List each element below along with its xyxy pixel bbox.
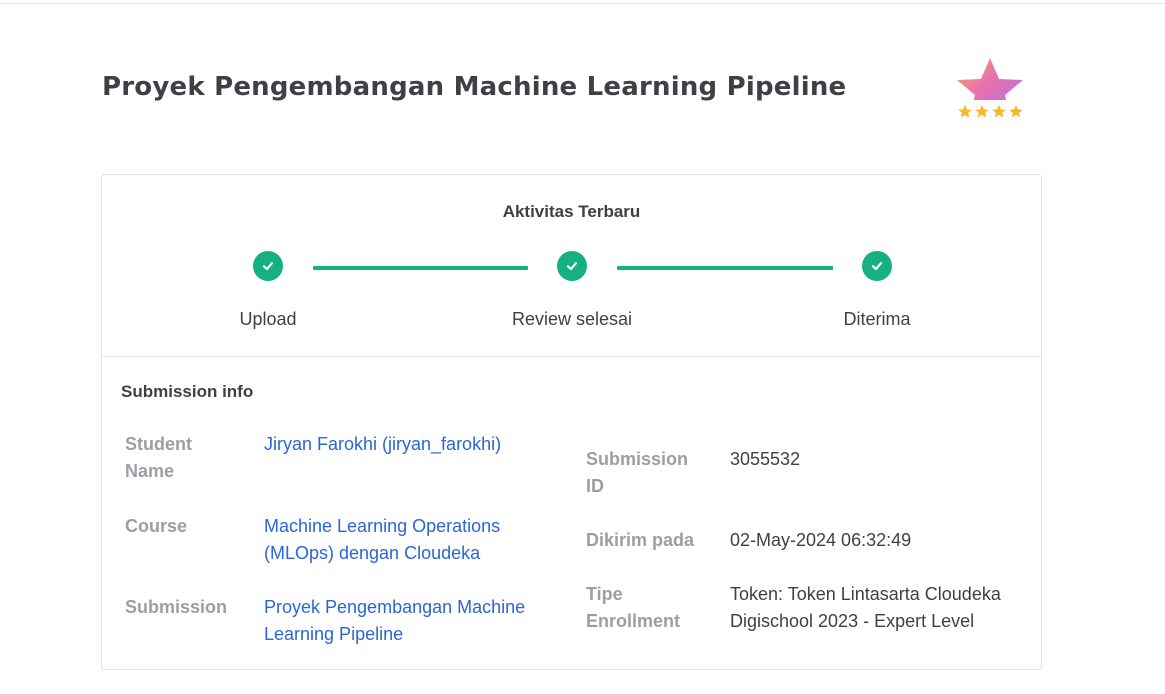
enrollment-type-label: Tipe Enrollment: [586, 584, 681, 631]
submitted-at-label: Dikirim pada: [586, 530, 695, 550]
submission-id-value: 3055532: [730, 449, 801, 469]
progress-line-1: [313, 266, 528, 270]
submission-label: Submission: [125, 597, 228, 617]
enrollment-type-value: Token: Token Lintasarta Cloudeka Digisch…: [730, 584, 1001, 631]
step-label-upload: Upload: [239, 309, 297, 329]
top-divider: [0, 3, 1165, 4]
progress-line-2: [617, 266, 833, 270]
student-name-label: Student Name: [125, 434, 192, 481]
submission-link[interactable]: Proyek Pengembangan Machine Learning Pip…: [264, 594, 554, 648]
submitted-at-value: 02-May-2024 06:32:49: [730, 530, 912, 550]
submission-card: Aktivitas Terbaru Upload Review selesai …: [101, 174, 1042, 670]
step-label-review: Review selesai: [511, 309, 633, 329]
step-label-accepted: Diterima: [843, 309, 911, 329]
activity-title: Aktivitas Terbaru: [502, 202, 641, 221]
upload-check-icon: [253, 251, 283, 281]
submission-id-label: Submission ID: [586, 449, 689, 496]
star-rating-badge-icon: [950, 54, 1030, 134]
submission-info-title: Submission info: [121, 382, 254, 401]
review-check-icon: [557, 251, 587, 281]
course-label: Course: [125, 516, 188, 536]
course-link[interactable]: Machine Learning Operations (MLOps) deng…: [264, 513, 544, 567]
page-title: Proyek Pengembangan Machine Learning Pip…: [102, 72, 847, 102]
accepted-check-icon: [862, 251, 892, 281]
activity-section: Aktivitas Terbaru Upload Review selesai …: [102, 175, 1041, 357]
student-name-link[interactable]: Jiryan Farokhi (jiryan_farokhi): [264, 431, 554, 458]
